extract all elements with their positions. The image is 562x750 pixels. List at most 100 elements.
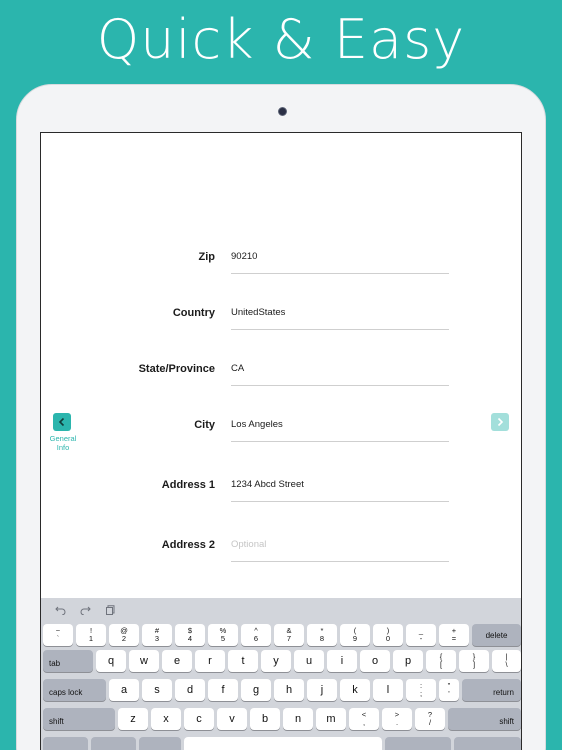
key-4[interactable]: $ 4 xyxy=(175,624,205,646)
key-tilde[interactable]: ~ ` xyxy=(43,624,73,646)
address2-row: Address 2 Optional xyxy=(41,531,521,571)
chevron-right-icon xyxy=(497,417,504,427)
delete-key[interactable]: delete xyxy=(472,624,521,646)
next-page-button[interactable] xyxy=(491,413,509,431)
caps-lock-key[interactable]: caps lock xyxy=(43,679,106,701)
key-u[interactable]: u xyxy=(294,650,324,672)
previous-page-label-line1: General xyxy=(49,434,77,443)
key-r[interactable]: r xyxy=(195,650,225,672)
key-c[interactable]: c xyxy=(184,708,214,730)
key-colon[interactable]: : ; xyxy=(406,679,436,701)
address2-field[interactable]: Optional xyxy=(231,539,449,550)
previous-page-button[interactable] xyxy=(53,413,71,431)
key-y[interactable]: y xyxy=(261,650,291,672)
key-question-bottom: / xyxy=(428,718,432,727)
key-k[interactable]: k xyxy=(340,679,370,701)
bottom-globe-key[interactable] xyxy=(139,737,181,750)
paste-button[interactable] xyxy=(103,603,117,617)
state-field[interactable]: CA xyxy=(231,363,449,374)
key-2[interactable]: @ 2 xyxy=(109,624,139,646)
key-o[interactable]: o xyxy=(360,650,390,672)
country-underline xyxy=(231,329,449,330)
headline: Quick & Easy xyxy=(96,8,466,71)
key-q[interactable]: q xyxy=(96,650,126,672)
key-0-bottom: 0 xyxy=(385,634,391,643)
tab-key[interactable]: tab xyxy=(43,650,93,672)
country-label: Country xyxy=(172,307,215,319)
key-t[interactable]: t xyxy=(228,650,258,672)
key-n[interactable]: n xyxy=(283,708,313,730)
key-right-brace[interactable]: } ] xyxy=(459,650,489,672)
bottom-left-key[interactable] xyxy=(43,737,88,750)
key-8[interactable]: * 8 xyxy=(307,624,337,646)
undo-icon xyxy=(54,606,65,615)
key-d[interactable]: d xyxy=(175,679,205,701)
key-question[interactable]: ? / xyxy=(415,708,445,730)
key-5[interactable]: % 5 xyxy=(208,624,238,646)
key-0[interactable]: ) 0 xyxy=(373,624,403,646)
key-7-bottom: 7 xyxy=(286,634,292,643)
zip-field[interactable]: 90210 xyxy=(231,251,449,262)
key-f[interactable]: f xyxy=(208,679,238,701)
key-greater-than[interactable]: > . xyxy=(382,708,412,730)
key-x[interactable]: x xyxy=(151,708,181,730)
city-underline xyxy=(231,441,449,442)
key-l[interactable]: l xyxy=(373,679,403,701)
address1-field[interactable]: 1234 Abcd Street xyxy=(231,479,449,490)
key-quote[interactable]: " ' xyxy=(439,679,459,701)
key-left-brace[interactable]: { [ xyxy=(426,650,456,672)
key-j[interactable]: j xyxy=(307,679,337,701)
key-i[interactable]: i xyxy=(327,650,357,672)
key-v[interactable]: v xyxy=(217,708,247,730)
redo-button[interactable] xyxy=(78,603,92,617)
chevron-left-icon xyxy=(58,417,65,427)
onscreen-keyboard: ~ ` ! 1 @ 2 # 3 $ 4 % 5 ^ 6 & 7 * 8 (9 … xyxy=(41,598,521,750)
key-pipe[interactable]: | \ xyxy=(492,650,521,672)
key-3-bottom: 3 xyxy=(154,634,160,643)
country-field[interactable]: UnitedStates xyxy=(231,307,449,318)
key-w[interactable]: w xyxy=(129,650,159,672)
key-equals[interactable]: + = xyxy=(439,624,469,646)
bottom-dismiss-key[interactable] xyxy=(454,737,521,750)
key-colon-bottom: ; xyxy=(419,689,423,698)
key-8-bottom: 8 xyxy=(319,634,325,643)
return-key[interactable]: return xyxy=(462,679,521,701)
space-bar[interactable] xyxy=(184,737,382,750)
key-minus-bottom: - xyxy=(419,634,423,643)
key-p[interactable]: p xyxy=(393,650,423,672)
bottom-numbers-key[interactable] xyxy=(91,737,136,750)
key-minus[interactable]: _ - xyxy=(406,624,436,646)
state-label: State/Province xyxy=(138,363,215,375)
state-row: State/Province CA xyxy=(41,355,521,395)
key-less-than[interactable]: < , xyxy=(349,708,379,730)
state-underline xyxy=(231,385,449,386)
key-e[interactable]: e xyxy=(162,650,192,672)
left-shift-key[interactable]: shift xyxy=(43,708,115,730)
key-pipe-bottom: \ xyxy=(505,660,508,669)
key-b[interactable]: b xyxy=(250,708,280,730)
keyboard-toolbar xyxy=(41,598,521,622)
undo-button[interactable] xyxy=(53,603,67,617)
key-4-bottom: 4 xyxy=(187,634,193,643)
right-shift-key[interactable]: shift xyxy=(448,708,521,730)
key-m[interactable]: m xyxy=(316,708,346,730)
zip-row: Zip 90210 xyxy=(41,243,521,283)
key-2-bottom: 2 xyxy=(121,634,127,643)
key-left-brace-bottom: [ xyxy=(439,660,443,669)
key-s[interactable]: s xyxy=(142,679,172,701)
key-9[interactable]: ( 9 xyxy=(340,624,370,646)
key-6[interactable]: ^ 6 xyxy=(241,624,271,646)
address1-row: Address 1 1234 Abcd Street xyxy=(41,471,521,511)
previous-page-label-line2: Info xyxy=(56,443,70,452)
bottom-right-numbers-key[interactable] xyxy=(385,737,451,750)
key-g[interactable]: g xyxy=(241,679,271,701)
key-7[interactable]: & 7 xyxy=(274,624,304,646)
key-a[interactable]: a xyxy=(109,679,139,701)
key-h[interactable]: h xyxy=(274,679,304,701)
key-less-than-bottom: , xyxy=(362,718,366,727)
key-1[interactable]: ! 1 xyxy=(76,624,106,646)
city-field[interactable]: Los Angeles xyxy=(231,419,449,430)
key-3[interactable]: # 3 xyxy=(142,624,172,646)
key-z[interactable]: z xyxy=(118,708,148,730)
previous-page-label[interactable]: General Info xyxy=(43,434,83,452)
